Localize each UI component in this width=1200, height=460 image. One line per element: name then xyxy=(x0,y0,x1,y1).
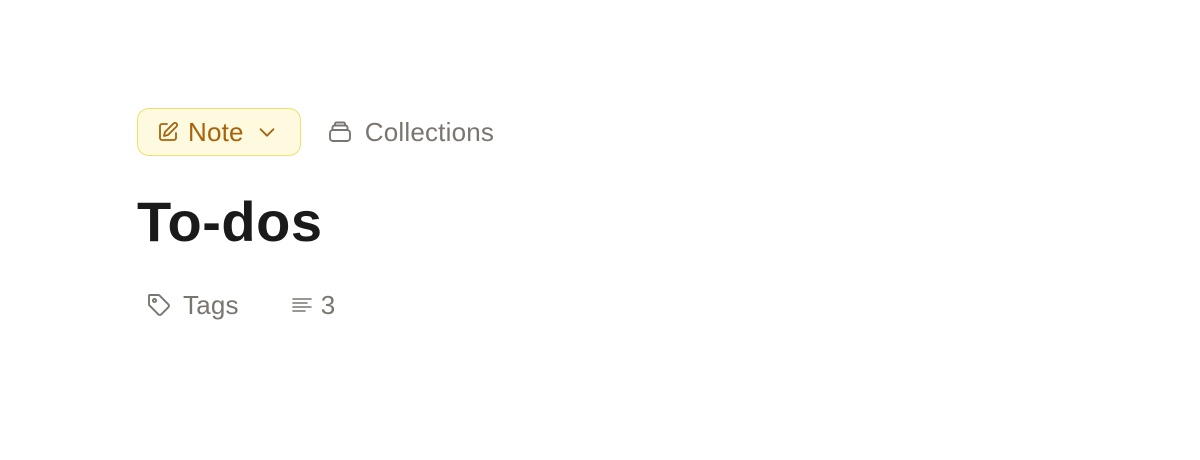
lines-icon xyxy=(291,294,313,316)
note-page: Note Collections To-dos Tags 3 xyxy=(0,0,1200,460)
block-count-value: 3 xyxy=(320,289,336,320)
note-header-row: Note Collections xyxy=(137,108,494,156)
page-title[interactable]: To-dos xyxy=(137,186,322,258)
chevron-down-icon xyxy=(256,121,278,143)
tag-icon xyxy=(146,292,172,318)
tags-label: Tags xyxy=(183,289,239,320)
collection-icon xyxy=(327,119,353,145)
tags-button[interactable]: Tags xyxy=(146,290,239,321)
note-meta-row: Tags 3 xyxy=(146,284,335,326)
note-type-label: Note xyxy=(188,116,244,147)
collections-button[interactable]: Collections xyxy=(327,117,494,148)
note-type-dropdown[interactable]: Note xyxy=(137,108,301,156)
block-count: 3 xyxy=(291,290,335,321)
edit-note-icon xyxy=(156,120,180,144)
collections-label: Collections xyxy=(364,116,495,147)
